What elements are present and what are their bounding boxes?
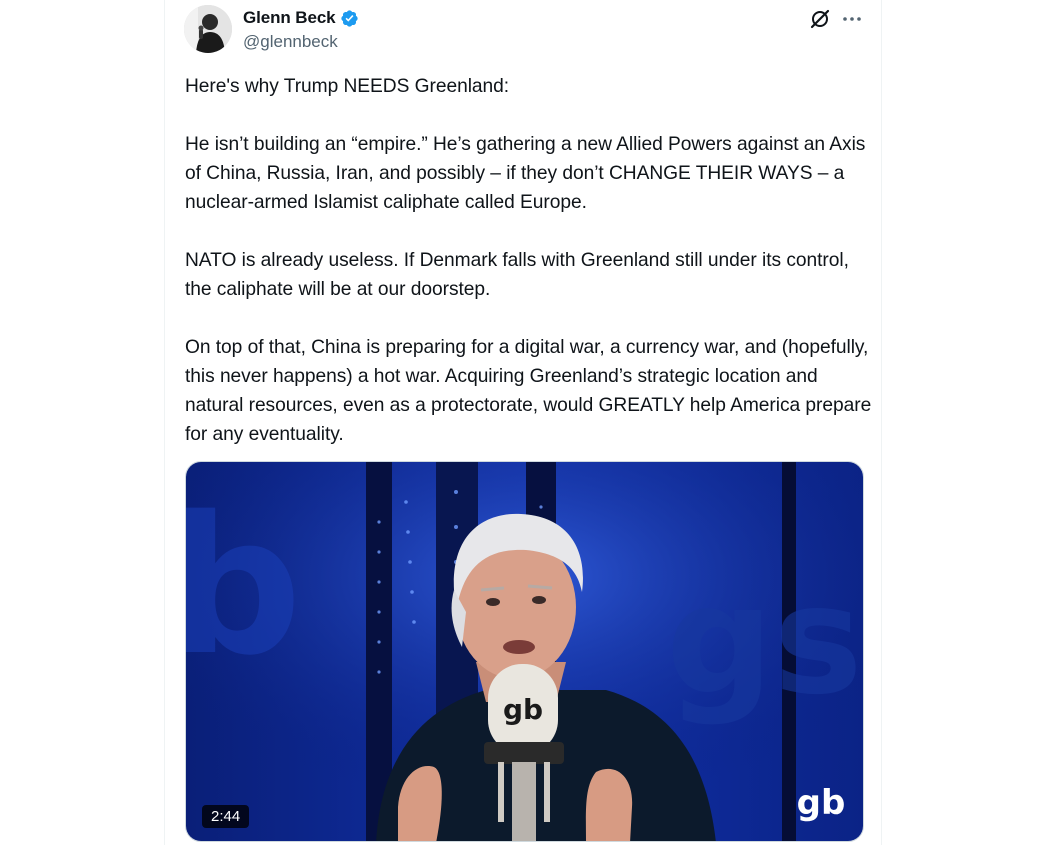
tweet-card: Glenn Beck @glennbeck Here's why Trump N… <box>164 0 882 845</box>
author-name-row: Glenn Beck <box>243 7 359 29</box>
video-duration: 2:44 <box>202 805 250 828</box>
avatar[interactable] <box>184 5 232 53</box>
mic-logo: gb <box>503 693 543 726</box>
tweet-text: Here's why Trump NEEDS Greenland: He isn… <box>185 76 872 445</box>
svg-text:gs: gs <box>666 554 863 728</box>
verified-badge-icon <box>340 9 359 28</box>
grok-icon[interactable] <box>808 7 832 31</box>
page: Glenn Beck @glennbeck Here's why Trump N… <box>0 0 1050 845</box>
video-player[interactable]: b gs gb <box>185 461 864 842</box>
author-name[interactable]: Glenn Beck <box>243 8 336 28</box>
author-handle[interactable]: @glennbeck <box>243 32 338 52</box>
more-icon[interactable] <box>840 7 864 31</box>
svg-text:b: b <box>186 476 302 697</box>
watermark-logo: gb <box>797 783 846 823</box>
